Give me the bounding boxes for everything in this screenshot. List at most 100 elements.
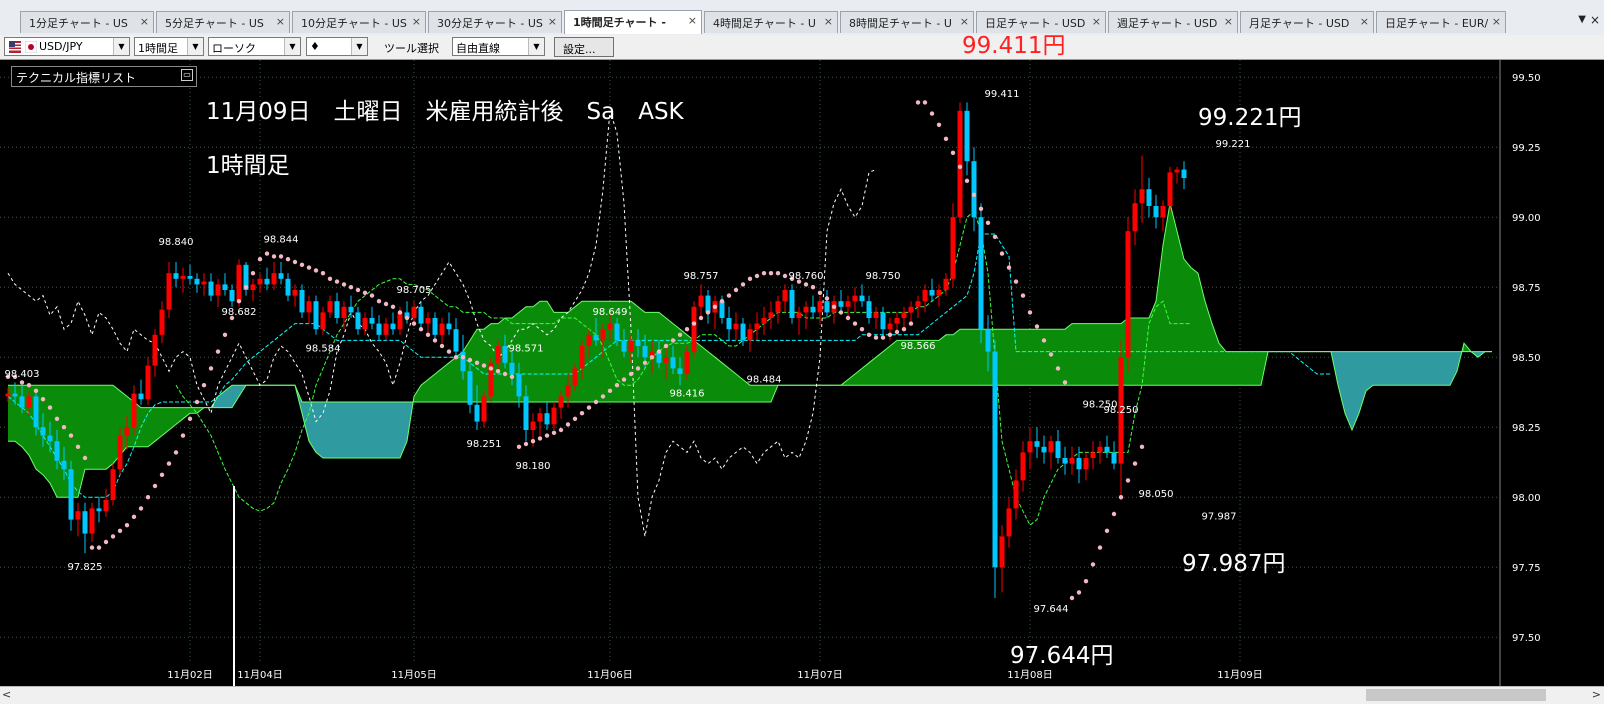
- psar-dot: [607, 388, 613, 393]
- kumo-segment: [106, 385, 113, 470]
- tab-5[interactable]: 4時間足チャート - U ×: [704, 11, 838, 33]
- candle-body: [208, 281, 214, 296]
- tab-3[interactable]: 30分足チャート - US ×: [428, 11, 562, 33]
- psar-dot: [943, 136, 949, 141]
- tab-1[interactable]: 5分足チャート - US ×: [156, 11, 290, 33]
- candle-body: [796, 312, 802, 318]
- candle-body: [187, 276, 193, 279]
- candle-body: [159, 309, 165, 335]
- psar-dot: [96, 545, 102, 550]
- candle-body: [516, 374, 522, 397]
- settings-button[interactable]: 設定...: [554, 37, 614, 57]
- tab-9[interactable]: 月足チャート - USD ×: [1240, 11, 1374, 33]
- psar-dot: [803, 282, 809, 287]
- psar-dot: [621, 377, 627, 382]
- price-label: 98.403: [5, 369, 40, 380]
- drawing-tool-select[interactable]: 自由直線 ▼: [452, 37, 545, 56]
- psar-dot: [1132, 461, 1138, 466]
- candle-body: [103, 500, 109, 512]
- psar-dot: [999, 251, 1005, 256]
- drawing-tool-value: 自由直線: [456, 42, 500, 55]
- psar-dot: [992, 234, 998, 239]
- tab-4[interactable]: 1時間足チャート - ×: [564, 10, 702, 34]
- psar-dot: [334, 279, 340, 284]
- tool-select-label: ツール選択: [384, 42, 439, 55]
- candle-body: [369, 318, 375, 324]
- candle-body: [75, 511, 81, 520]
- candle-body: [376, 323, 382, 335]
- tab-0[interactable]: 1分足チャート - US ×: [20, 11, 154, 33]
- price-label: 98.840: [159, 237, 194, 248]
- x-tick-label: 11月05日: [391, 669, 436, 681]
- candle-body: [432, 318, 438, 335]
- candle-body: [985, 329, 991, 352]
- candle-body: [383, 323, 389, 335]
- psar-dot: [425, 332, 431, 337]
- kumo-segment: [1436, 351, 1443, 386]
- tab-label: 1時間足チャート -: [573, 16, 666, 29]
- kumo-segment: [953, 329, 960, 386]
- chart-type-select[interactable]: ローソク ▼: [208, 37, 301, 56]
- tab-8[interactable]: 週足チャート - USD ×: [1108, 11, 1238, 33]
- horizontal-scrollbar[interactable]: < >: [0, 686, 1604, 704]
- tab-6[interactable]: 8時間足チャート - U ×: [840, 11, 974, 33]
- kumo-segment: [358, 402, 365, 458]
- candle-body: [5, 393, 11, 397]
- psar-dot: [327, 276, 333, 281]
- timeframe-select[interactable]: 1時間足 ▼: [134, 37, 204, 56]
- psar-dot: [964, 178, 970, 183]
- candle-body: [439, 323, 445, 335]
- kumo-segment: [974, 329, 981, 386]
- tab-close-icon[interactable]: ×: [1092, 15, 1101, 28]
- psar-dot: [537, 436, 543, 441]
- kumo-segment: [1093, 323, 1100, 386]
- kumo-segment: [1184, 259, 1191, 386]
- tab-2[interactable]: 10分足チャート - US ×: [292, 11, 426, 33]
- tab-close-icon[interactable]: ×: [1224, 15, 1233, 28]
- chart-type-value: ローソク: [212, 42, 256, 55]
- psar-dot: [397, 310, 403, 315]
- y-tick-label: 98.25: [1512, 423, 1541, 434]
- minimize-icon[interactable]: ▭: [181, 69, 193, 81]
- tab-close-icon[interactable]: ×: [688, 14, 697, 27]
- psar-dot: [978, 206, 984, 211]
- kumo-segment: [1051, 329, 1058, 386]
- tab-close-icon[interactable]: ×: [1360, 15, 1369, 28]
- tab-list-dropdown-icon[interactable]: ▼: [1578, 14, 1586, 25]
- candle-body: [292, 290, 298, 296]
- scroll-right-icon[interactable]: >: [1592, 688, 1601, 701]
- scroll-left-icon[interactable]: <: [2, 688, 11, 701]
- candle-body: [61, 460, 67, 470]
- kumo-segment: [1240, 351, 1247, 386]
- technical-indicator-list-panel[interactable]: テクニカル指標リスト ▭: [11, 66, 197, 87]
- kumo-segment: [1023, 329, 1030, 386]
- scroll-thumb[interactable]: [1366, 689, 1546, 701]
- tab-close-icon[interactable]: ×: [824, 15, 833, 28]
- x-tick-label: 11月04日: [237, 669, 282, 681]
- close-window-icon[interactable]: ×: [1590, 13, 1600, 27]
- y-tick-label: 97.75: [1512, 563, 1541, 574]
- psar-dot: [845, 315, 851, 321]
- low-price-annotation: 97.644円: [1010, 643, 1114, 669]
- tab-close-icon[interactable]: ×: [1492, 15, 1501, 28]
- y-tick-label: 99.25: [1512, 143, 1541, 154]
- tab-10[interactable]: 日足チャート - EUR/×: [1376, 11, 1506, 33]
- currency-pair-select[interactable]: USD/JPY ▼: [4, 37, 130, 56]
- tab-close-icon[interactable]: ×: [412, 15, 421, 28]
- tab-close-icon[interactable]: ×: [548, 15, 557, 28]
- psar-dot: [467, 357, 473, 363]
- tab-close-icon[interactable]: ×: [276, 15, 285, 28]
- candle-body: [1111, 452, 1117, 464]
- candle-body: [1097, 446, 1103, 453]
- tab-close-icon[interactable]: ×: [140, 15, 149, 28]
- candle-body: [880, 312, 886, 330]
- chart-style-select[interactable]: ♦ ▼: [306, 37, 368, 56]
- price-label: 97.987: [1202, 512, 1237, 523]
- psar-dot: [453, 355, 459, 360]
- kumo-segment: [1016, 329, 1023, 386]
- psar-dot: [824, 296, 830, 301]
- psar-dot: [1118, 495, 1124, 500]
- psar-dot: [201, 383, 207, 388]
- candle-body: [89, 508, 95, 534]
- psar-dot: [1006, 265, 1012, 270]
